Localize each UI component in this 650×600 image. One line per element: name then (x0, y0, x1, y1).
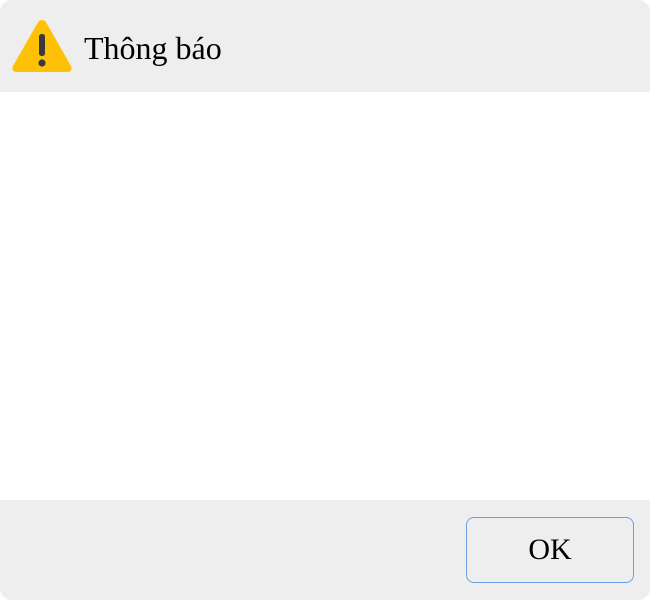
dialog-content (0, 92, 650, 500)
dialog-titlebar: Thông báo (0, 0, 650, 92)
ok-button[interactable]: OK (466, 517, 634, 583)
dialog-message (0, 92, 650, 132)
dialog-title: Thông báo (84, 30, 222, 66)
warning-icon (12, 20, 72, 72)
notification-dialog: Thông báo OK (0, 0, 650, 600)
dialog-footer: OK (0, 500, 650, 600)
